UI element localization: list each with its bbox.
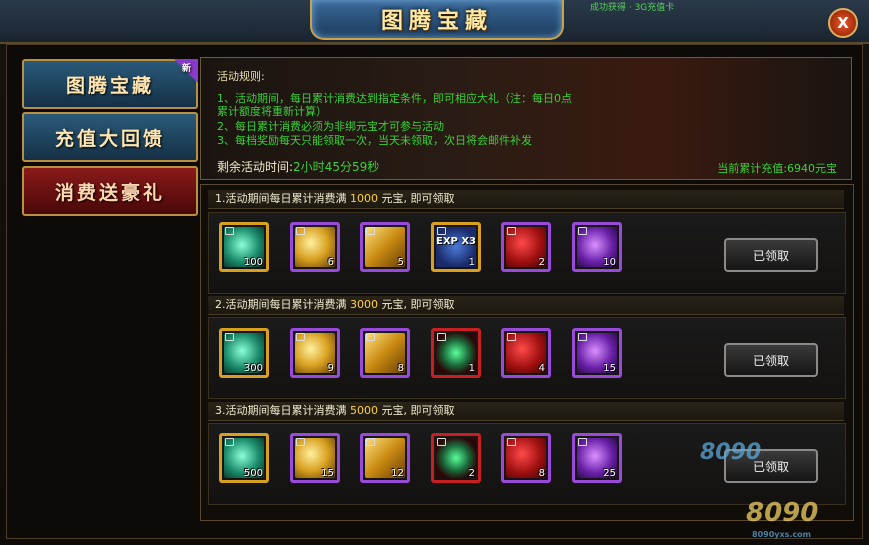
reward-slot[interactable]: 2 xyxy=(501,222,551,272)
tier-header: 1.活动期间每日累计消费满 1000 元宝, 即可领取 xyxy=(208,190,844,209)
bound-lock-icon xyxy=(578,227,587,235)
item-quantity: 8 xyxy=(397,363,404,374)
reward-slot[interactable]: 300 xyxy=(219,328,269,378)
item-quantity: 4 xyxy=(538,363,545,374)
reward-slot[interactable]: 9 xyxy=(290,328,340,378)
watermark-logo: 8090 xyxy=(700,440,762,465)
reward-slot[interactable]: 1 xyxy=(431,328,481,378)
bound-lock-icon xyxy=(296,227,305,235)
item-quantity: 12 xyxy=(391,468,404,479)
bound-lock-icon xyxy=(225,333,234,341)
rules-title: 活动规则: xyxy=(217,70,265,83)
bound-lock-icon xyxy=(296,333,305,341)
bound-lock-icon xyxy=(225,227,234,235)
item-quantity: 1 xyxy=(468,257,475,268)
tier-header: 3.活动期间每日累计消费满 5000 元宝, 即可领取 xyxy=(208,402,844,421)
bound-lock-icon xyxy=(507,438,516,446)
bound-lock-icon xyxy=(578,333,587,341)
tier-amount: 1000 xyxy=(350,192,378,205)
item-quantity: 8 xyxy=(538,468,545,479)
rule-line: 累计额度将重新计算） xyxy=(217,105,327,118)
sidebar-item-totem-treasure[interactable]: 图腾宝藏 新 xyxy=(22,59,198,109)
watermark-logo: 8090 xyxy=(746,498,819,528)
item-quantity: 300 xyxy=(243,363,263,374)
remaining-value: 2小时45分59秒 xyxy=(293,160,380,174)
bound-lock-icon xyxy=(366,438,375,446)
item-quantity: 100 xyxy=(243,257,263,268)
remaining-time: 剩余活动时间:2小时45分59秒 xyxy=(217,158,379,175)
tier-condition: 3.活动期间每日累计消费满 xyxy=(215,404,350,417)
rule-line: 1、活动期间，每日累计消费达到指定条件，即可相应大礼（注：每日0点 xyxy=(217,92,572,105)
tier-condition: 2.活动期间每日累计消费满 xyxy=(215,298,350,311)
reward-slot[interactable]: 25 xyxy=(572,433,622,483)
top-notice: 成功获得 · 3G充值卡 xyxy=(590,3,675,13)
watermark-site: 8090yxs.com xyxy=(752,530,812,539)
item-quantity: 6 xyxy=(327,257,334,268)
sidebar-item-consume-gift[interactable]: 消费送豪礼 xyxy=(22,166,198,216)
total-recharge: 当前累计充值:6940元宝 xyxy=(717,162,837,175)
reward-slot[interactable]: 8 xyxy=(501,433,551,483)
bound-lock-icon xyxy=(437,438,446,446)
reward-slot[interactable]: 8 xyxy=(360,328,410,378)
bound-lock-icon xyxy=(507,227,516,235)
bound-lock-icon xyxy=(507,333,516,341)
item-quantity: 2 xyxy=(468,468,475,479)
window-title: 图腾宝藏 xyxy=(380,9,493,34)
item-quantity: 1 xyxy=(468,363,475,374)
item-quantity: 2 xyxy=(538,257,545,268)
item-quantity: 25 xyxy=(603,468,616,479)
reward-slot[interactable]: 15 xyxy=(572,328,622,378)
item-quantity: 500 xyxy=(243,468,263,479)
reward-slot[interactable]: 500 xyxy=(219,433,269,483)
reward-slot[interactable]: 6 xyxy=(290,222,340,272)
title-banner: 图腾宝藏 xyxy=(310,0,564,40)
reward-slot[interactable]: 100 xyxy=(219,222,269,272)
claim-button-tier-1[interactable]: 已领取 xyxy=(724,238,818,272)
remaining-label: 剩余活动时间: xyxy=(217,160,294,174)
game-window: 成功获得 · 3G充值卡 图腾宝藏 X 图腾宝藏 新 充值大回馈 消费送豪礼 活… xyxy=(0,0,869,545)
reward-slot[interactable]: 5 xyxy=(360,222,410,272)
bound-lock-icon xyxy=(225,438,234,446)
sidebar-item-recharge-reward[interactable]: 充值大回馈 xyxy=(22,112,198,162)
item-quantity: 15 xyxy=(603,363,616,374)
bound-lock-icon xyxy=(437,227,446,235)
tier-amount: 3000 xyxy=(350,298,378,311)
item-quantity: 15 xyxy=(321,468,334,479)
tier-suffix: 元宝, 即可领取 xyxy=(378,404,455,417)
reward-slot[interactable]: EXP X3 1 xyxy=(431,222,481,272)
tier-amount: 5000 xyxy=(350,404,378,417)
claim-button-tier-2[interactable]: 已领取 xyxy=(724,343,818,377)
reward-slot[interactable]: 12 xyxy=(360,433,410,483)
reward-slot[interactable]: 10 xyxy=(572,222,622,272)
tier-suffix: 元宝, 即可领取 xyxy=(378,298,455,311)
tier-suffix: 元宝, 即可领取 xyxy=(378,192,455,205)
reward-slot[interactable]: 15 xyxy=(290,433,340,483)
reward-slot[interactable]: 4 xyxy=(501,328,551,378)
sidebar-item-label: 图腾宝藏 xyxy=(65,74,154,97)
item-quantity: 10 xyxy=(603,257,616,268)
bound-lock-icon xyxy=(366,333,375,341)
reward-slot[interactable]: 2 xyxy=(431,433,481,483)
rule-line: 3、每档奖励每天只能领取一次，当天未领取，次日将会邮件补发 xyxy=(217,134,532,147)
bound-lock-icon xyxy=(366,227,375,235)
tier-condition: 1.活动期间每日累计消费满 xyxy=(215,192,350,205)
item-quantity: 5 xyxy=(397,257,404,268)
item-quantity: 9 xyxy=(327,363,334,374)
rule-line: 2、每日累计消费必须为非绑元宝才可参与活动 xyxy=(217,120,444,133)
sidebar-item-label: 消费送豪礼 xyxy=(54,181,165,204)
sidebar-item-label: 充值大回馈 xyxy=(54,127,165,150)
tier-header: 2.活动期间每日累计消费满 3000 元宝, 即可领取 xyxy=(208,296,844,315)
new-badge: 新 xyxy=(181,64,194,74)
event-info-panel: 活动规则: 1、活动期间，每日累计消费达到指定条件，即可相应大礼（注：每日0点 … xyxy=(200,57,852,180)
close-button[interactable]: X xyxy=(828,8,858,38)
bound-lock-icon xyxy=(296,438,305,446)
bound-lock-icon xyxy=(578,438,587,446)
bound-lock-icon xyxy=(437,333,446,341)
exp-label: EXP X3 xyxy=(435,236,477,247)
